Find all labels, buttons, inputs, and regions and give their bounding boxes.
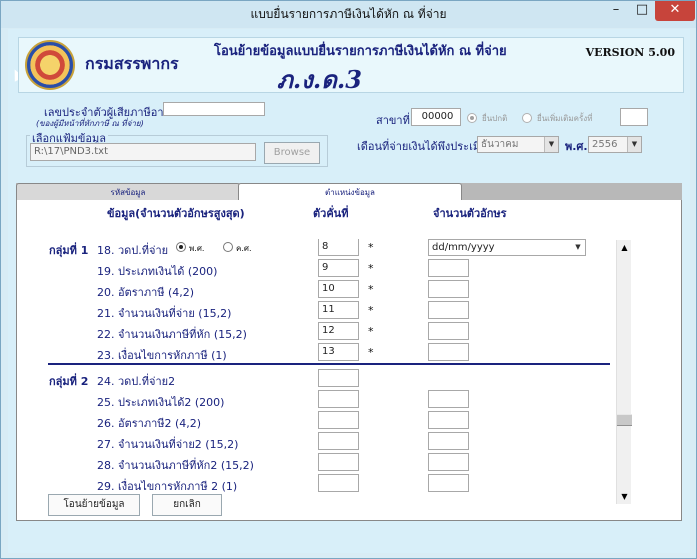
minimize-icon[interactable]: –: [603, 1, 629, 21]
era-be-radio[interactable]: [176, 242, 186, 252]
era-ce-radio[interactable]: [223, 242, 233, 252]
main-client-area: กรมสรรพากร โอนย้ายข้อมูลแบบยื่นรายการภาษ…: [8, 29, 690, 553]
close-icon[interactable]: ✕: [655, 1, 695, 21]
field-18-label: 18. วดป.ที่จ่าย: [97, 244, 169, 257]
field-21-position-input[interactable]: 11: [318, 301, 359, 319]
scroll-thumb[interactable]: [617, 414, 632, 426]
scroll-down-icon[interactable]: ▼: [617, 489, 632, 504]
filing-additional-label: ยื่นเพิ่มเติมครั้งที่: [537, 114, 593, 123]
field-24-position-input[interactable]: [318, 369, 359, 387]
cancel-button[interactable]: ยกเลิก: [152, 494, 222, 516]
transfer-data-button[interactable]: โอนย้ายข้อมูล: [48, 494, 140, 516]
group-divider: [48, 363, 610, 365]
scroll-up-icon[interactable]: ▲: [617, 240, 632, 255]
field-22-label: 22. จำนวนเงินภาษีที่หัก (15,2): [97, 328, 247, 341]
maximize-icon[interactable]: □: [629, 1, 655, 21]
form-code: ภ.ง.ด.3: [277, 65, 362, 94]
filing-normal-radio[interactable]: [467, 113, 477, 123]
field-22-position-input[interactable]: 12: [318, 322, 359, 340]
required-marker: *: [368, 283, 374, 296]
version-label: VERSION 5.00: [585, 46, 675, 59]
field-25-length-input[interactable]: [428, 390, 469, 408]
field-26-length-input[interactable]: [428, 411, 469, 429]
date-format-select[interactable]: dd/mm/yyyy ▼: [428, 239, 586, 256]
field-29-label: 29. เงื่อนไขการหักภาษี 2 (1): [97, 480, 238, 493]
branch-label: สาขาที่: [376, 114, 410, 127]
field-25-position-input[interactable]: [318, 390, 359, 408]
chevron-down-icon: ▼: [571, 240, 585, 255]
field-26-position-input[interactable]: [318, 411, 359, 429]
field-20-position-input[interactable]: 10: [318, 280, 359, 298]
tab-bar: รหัสข้อมูล ตำแหน่งข้อมูล: [16, 183, 682, 202]
field-23-position-input[interactable]: 13: [318, 343, 359, 361]
month-value: ธันวาคม: [481, 139, 519, 150]
title-bar[interactable]: แบบยื่นรายการภาษีเงินได้หัก ณ ที่จ่าย – …: [1, 1, 696, 28]
field-21-label: 21. จำนวนเงินที่จ่าย (15,2): [97, 307, 232, 320]
field-18-position-input[interactable]: 8: [318, 239, 359, 256]
required-marker: *: [368, 325, 374, 338]
field-27-label: 27. จำนวนเงินที่จ่าย2 (15,2): [97, 438, 239, 451]
field-20-label: 20. อัตราภาษี (4,2): [97, 286, 195, 299]
browse-button[interactable]: Browse: [264, 142, 320, 164]
field-24-label: 24. วดป.ที่จ่าย2: [97, 375, 176, 388]
field-list: กลุ่มที่ 1 18. วดป.ที่จ่าย พ.ศ. ค.ศ. 8 *…: [16, 239, 616, 506]
window-title: แบบยื่นรายการภาษีเงินได้หัก ณ ที่จ่าย: [250, 7, 447, 21]
pay-month-label: เดือนที่จ่ายเงินได้พึงประเมิน: [357, 140, 488, 153]
field-26-label: 26. อัตราภาษี2 (4,2): [97, 417, 202, 430]
group-2-label: กลุ่มที่ 2: [49, 375, 89, 388]
month-select[interactable]: ธันวาคม ▼: [477, 136, 559, 153]
department-name: กรมสรรพากร: [85, 54, 179, 73]
field-23-label: 23. เงื่อนไขการหักภาษี (1): [97, 349, 227, 362]
branch-number-field[interactable]: 00000: [411, 108, 461, 126]
required-marker: *: [368, 304, 374, 317]
field-20-length-input[interactable]: [428, 280, 469, 298]
chevron-down-icon: ▼: [627, 137, 641, 152]
era-be-label: พ.ศ.: [189, 244, 205, 253]
date-format-value: dd/mm/yyyy: [432, 242, 495, 253]
field-22-length-input[interactable]: [428, 322, 469, 340]
file-path-field[interactable]: R:\17\PND3.txt: [30, 143, 256, 161]
field-29-position-input[interactable]: [318, 474, 359, 492]
field-21-length-input[interactable]: [428, 301, 469, 319]
column-header-length: จำนวนตัวอักษร: [433, 207, 507, 220]
column-header-position: ตัวคั่นที่: [313, 207, 349, 220]
year-value: 2556: [592, 139, 618, 150]
year-label: พ.ศ.: [565, 140, 588, 153]
app-window: แบบยื่นรายการภาษีเงินได้หัก ณ ที่จ่าย – …: [0, 0, 697, 559]
field-29-length-input[interactable]: [428, 474, 469, 492]
field-list-scrollbar[interactable]: ▲ ▼: [616, 240, 632, 504]
field-23-length-input[interactable]: [428, 343, 469, 361]
filing-normal-label: ยื่นปกติ: [482, 114, 508, 123]
field-27-length-input[interactable]: [428, 432, 469, 450]
group-1-label: กลุ่มที่ 1: [49, 244, 89, 257]
field-28-label: 28. จำนวนเงินภาษีที่หัก2 (15,2): [97, 459, 254, 472]
page-title: โอนย้ายข้อมูลแบบยื่นรายการภาษีเงินได้หัก…: [214, 44, 507, 59]
required-marker: *: [368, 262, 374, 275]
era-ce-label: ค.ศ.: [236, 244, 252, 253]
year-select[interactable]: 2556 ▼: [588, 136, 642, 153]
taxpayer-id-field[interactable]: [163, 102, 265, 116]
field-28-position-input[interactable]: [318, 453, 359, 471]
field-25-label: 25. ประเภทเงินได้2 (200): [97, 396, 225, 409]
field-19-length-input[interactable]: [428, 259, 469, 277]
column-header-field: ข้อมูล(จำนวนตัวอักษรสูงสุด): [107, 207, 245, 220]
additional-count-field[interactable]: [620, 108, 648, 126]
header-banner: กรมสรรพากร โอนย้ายข้อมูลแบบยื่นรายการภาษ…: [18, 37, 684, 94]
filing-additional-radio[interactable]: [522, 113, 532, 123]
required-marker: *: [368, 241, 374, 254]
field-19-position-input[interactable]: 9: [318, 259, 359, 277]
chevron-down-icon: ▼: [544, 137, 558, 152]
required-marker: *: [368, 346, 374, 359]
revenue-seal-icon: [25, 40, 75, 90]
tab-data-codes[interactable]: รหัสข้อมูล: [16, 183, 240, 201]
field-19-label: 19. ประเภทเงินได้ (200): [97, 265, 218, 278]
field-28-length-input[interactable]: [428, 453, 469, 471]
field-27-position-input[interactable]: [318, 432, 359, 450]
